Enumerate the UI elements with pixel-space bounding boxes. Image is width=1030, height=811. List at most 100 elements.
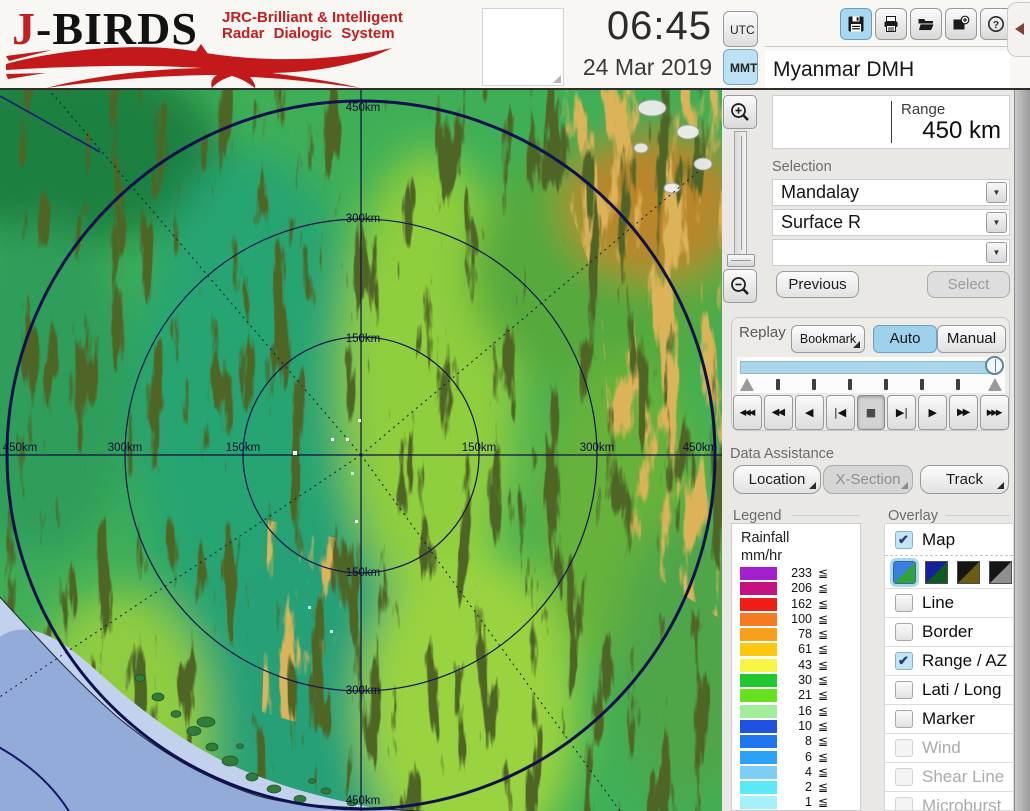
legend-row: 8 ≦ (732, 734, 860, 749)
transport-fast-rewind-button[interactable]: ◀◀ (763, 395, 793, 430)
bookmark-button[interactable]: Bookmark (791, 325, 865, 353)
replay-slider-track[interactable] (740, 361, 998, 374)
checkbox[interactable] (895, 797, 913, 810)
add-image-icon (953, 15, 970, 30)
map-zoom-slider-thumb[interactable] (727, 254, 755, 267)
transport-stop-button[interactable]: ■ (856, 395, 886, 430)
panel-edge-strip[interactable] (1014, 56, 1030, 811)
map-style-swatch-2[interactable] (925, 560, 948, 584)
legend-operator: ≦ (818, 673, 829, 688)
map-zoom-out-button[interactable] (723, 269, 757, 303)
previous-button[interactable]: Previous (776, 271, 859, 298)
legend-color-swatch (740, 567, 777, 580)
select-button[interactable]: Select (927, 271, 1010, 298)
legend-color-swatch (740, 689, 777, 703)
slider-range-end-marker[interactable] (988, 378, 1002, 391)
map-zoom-slider-track[interactable] (734, 131, 747, 255)
checkbox[interactable]: ✔ (895, 652, 913, 670)
map-style-swatch-3[interactable] (957, 560, 980, 584)
legend-threshold-value: 162 (791, 596, 812, 611)
transport-play-reverse-button[interactable]: ◀ (794, 395, 824, 430)
legend-rows: 233 ≦ 206 ≦ 162 ≦ 100 ≦ 78 ≦ 61 ≦ 43 ≦ 30 ≦ 21 ≦ 16 ≦ 10 ≦ 8 ≦ 6… (732, 566, 860, 810)
save-button[interactable] (840, 8, 872, 40)
overlay-item-line[interactable]: Line (885, 588, 1013, 617)
svg-text:150km: 150km (346, 333, 381, 345)
transport-bar: ◀◀◀ ◀◀ ◀ |◀ ■ ▶| ▶ ▶▶ ▶▶▶ (733, 395, 1010, 430)
product-dropdown-button[interactable]: ▼ (986, 212, 1007, 233)
legend-threshold-value: 43 (798, 657, 812, 672)
overlay-item-lati-long[interactable]: Lati / Long (885, 675, 1013, 704)
transport-jump-end-button[interactable]: ▶▶▶ (980, 395, 1010, 430)
print-button[interactable] (875, 8, 907, 40)
overlay-item-shear-line[interactable]: Shear Line (885, 762, 1013, 791)
legend-row: 2 ≦ (732, 780, 860, 795)
legend-threshold-value: 206 (791, 581, 812, 596)
legend-color-swatch (740, 628, 777, 642)
legend-row: 43 ≦ (732, 658, 860, 673)
add-capture-button[interactable] (945, 8, 977, 40)
track-label: Track (946, 471, 983, 488)
overlay-header-rule (946, 515, 1010, 516)
overlay-item-label: Marker (922, 709, 975, 728)
legend-threshold-value: 4 (805, 764, 812, 779)
logo-tagline-line1: JRC-Brilliant & Intelligent (222, 9, 403, 26)
map-style-swatch-1[interactable] (893, 560, 916, 584)
auto-mode-button[interactable]: Auto (873, 325, 937, 353)
site-dropdown-button[interactable]: ▼ (986, 182, 1007, 203)
transport-jump-start-button[interactable]: ◀◀◀ (733, 395, 762, 430)
checkbox[interactable] (895, 710, 913, 728)
transport-step-forward-button[interactable]: ▶| (887, 395, 917, 430)
replay-slider-thumb[interactable] (985, 356, 1004, 375)
transport-step-back-button[interactable]: |◀ (825, 395, 855, 430)
checkbox[interactable] (895, 681, 913, 699)
legend-color-swatch (740, 582, 777, 596)
radar-map-viewport[interactable]: 450km 300km 150km 150km 300km 450km 450k… (0, 90, 722, 811)
checkbox[interactable] (895, 739, 913, 757)
overlay-section-label: Overlay (888, 508, 938, 524)
map-style-swatch-4[interactable] (989, 560, 1012, 584)
overlay-item-border[interactable]: Border (885, 617, 1013, 646)
checkbox[interactable]: ✔ (895, 530, 913, 549)
checkbox[interactable] (895, 623, 913, 641)
legend-row: 61 ≦ (732, 642, 860, 657)
overlay-item-marker[interactable]: Marker (885, 704, 1013, 733)
transport-play-button[interactable]: ▶ (918, 395, 948, 430)
map-style-row (885, 555, 1013, 588)
utc-timezone-button[interactable]: UTC (723, 11, 758, 47)
legend-operator: ≦ (818, 566, 829, 580)
overlay-item-label: Map (922, 529, 956, 549)
overlay-item-label: Microburst (922, 796, 1002, 811)
track-button[interactable]: Track (920, 465, 1009, 494)
manual-mode-button[interactable]: Manual (937, 325, 1006, 353)
overlay-item-microburst[interactable]: Microburst (885, 791, 1013, 811)
option-dropdown[interactable]: ▼ (772, 239, 1010, 266)
svg-text:?: ? (993, 19, 999, 31)
slider-range-start-marker[interactable] (740, 378, 754, 391)
checkbox[interactable] (895, 594, 913, 612)
open-file-button[interactable] (910, 8, 942, 40)
checkbox[interactable] (895, 768, 913, 786)
legend-threshold-value: 10 (798, 718, 812, 733)
map-zoom-in-button[interactable] (723, 95, 757, 129)
overlay-item-wind[interactable]: Wind (885, 733, 1013, 762)
legend-threshold-value: 2 (805, 780, 812, 795)
range-value: 450 km (922, 117, 1001, 144)
legend-row: 162 ≦ (732, 597, 860, 612)
legend-threshold-value: 21 (798, 688, 812, 703)
legend-operator: ≦ (818, 734, 829, 749)
site-dropdown[interactable]: Mandalay ▼ (772, 179, 1010, 206)
legend-color-swatch (740, 796, 777, 810)
product-dropdown[interactable]: Surface R ▼ (772, 209, 1010, 236)
mmt-timezone-button[interactable]: MMT (723, 49, 758, 85)
transport-fast-forward-button[interactable]: ▶▶ (949, 395, 979, 430)
panel-collapse-tab[interactable] (1007, 2, 1030, 57)
overlay-item-range-az[interactable]: ✔ Range / AZ (885, 646, 1013, 675)
x-section-button[interactable]: X-Section (823, 465, 913, 494)
legend-row: 30 ≦ (732, 673, 860, 688)
option-dropdown-button[interactable]: ▼ (986, 242, 1007, 263)
location-button[interactable]: Location (733, 465, 821, 494)
svg-text:150km: 150km (346, 567, 381, 579)
legend-color-swatch (740, 781, 777, 795)
overlay-item-map[interactable]: ✔ Map (885, 524, 1013, 555)
replay-ticks (740, 378, 1002, 392)
